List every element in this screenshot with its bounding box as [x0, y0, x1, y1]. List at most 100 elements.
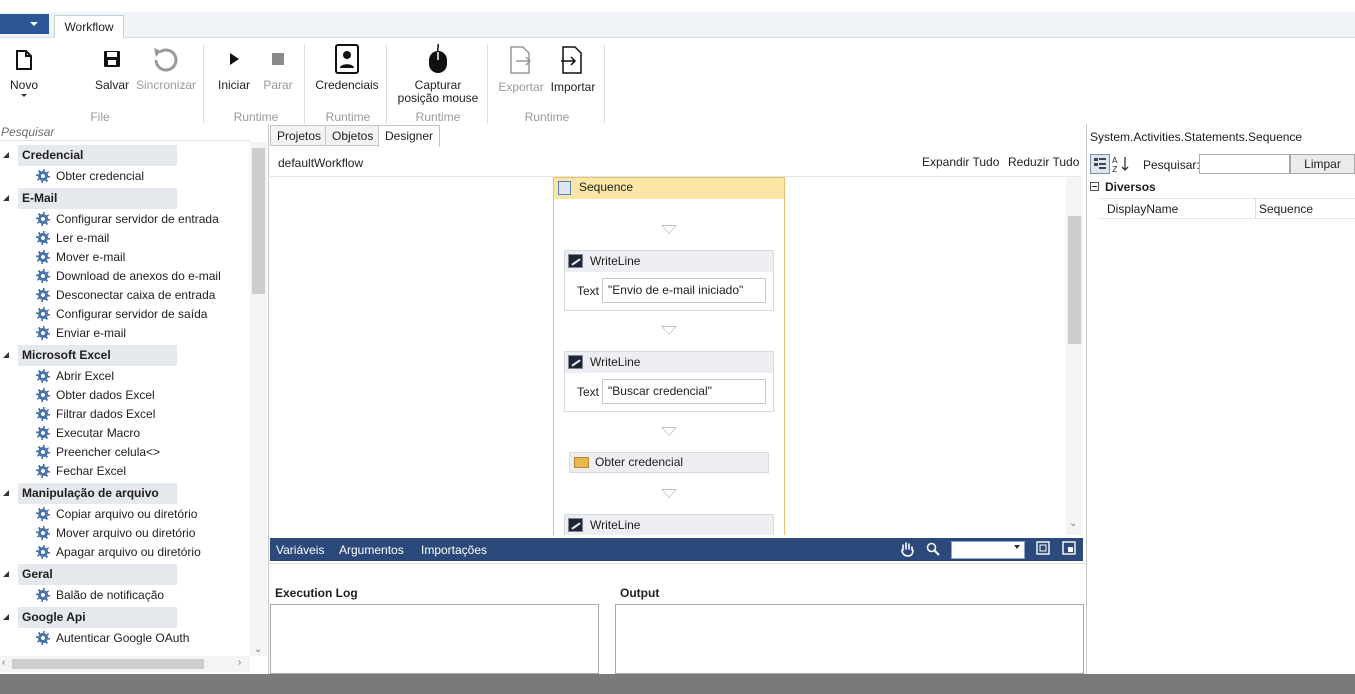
text-field-input[interactable]: "Envio de e-mail iniciado" — [602, 278, 766, 303]
properties-search-label: Pesquisar: — [1143, 158, 1200, 172]
toolbox-item[interactable]: Fechar Excel — [36, 462, 126, 481]
sequence-header[interactable]: Sequence — [554, 178, 784, 199]
toolbox-item[interactable]: Preencher celula<> — [36, 443, 160, 462]
stop-icon — [272, 53, 284, 65]
toolbox-category[interactable]: Geral — [18, 564, 177, 585]
hand-pan-icon[interactable] — [900, 541, 914, 560]
toolbox-item[interactable]: Configurar servidor de entrada — [36, 210, 219, 229]
gear-icon — [36, 631, 50, 645]
variables-tab[interactable]: Variáveis — [276, 543, 324, 557]
expand-arrow-icon[interactable] — [3, 614, 9, 620]
toolbox-item[interactable]: Obter dados Excel — [36, 386, 155, 405]
toolbox-item[interactable]: Download de anexos do e-mail — [36, 267, 221, 286]
toolbox-item[interactable]: Mover arquivo ou diretório — [36, 524, 195, 543]
app-menu-button[interactable] — [0, 14, 49, 34]
toolbox-item[interactable]: Mover e-mail — [36, 248, 125, 267]
tab-objetos[interactable]: Objetos — [325, 125, 381, 146]
scroll-right-icon[interactable]: › — [238, 657, 241, 668]
toolbox-category[interactable]: Credencial — [18, 145, 177, 166]
execution-log-textarea[interactable] — [270, 604, 599, 674]
text-field-input[interactable]: "Buscar credencial" — [602, 379, 766, 404]
scroll-down-icon[interactable]: ⌄ — [1069, 518, 1077, 529]
tab-projetos[interactable]: Projetos — [270, 125, 329, 146]
sort-alphabetical-icon[interactable]: AZ — [1112, 155, 1130, 173]
toolbox-item[interactable]: Copiar arquivo ou diretório — [36, 505, 197, 524]
writeline-icon — [568, 254, 583, 268]
zoom-icon[interactable] — [926, 542, 940, 559]
drop-arrow-icon — [661, 225, 677, 234]
tab-designer[interactable]: Designer — [378, 125, 441, 147]
parar-button[interactable]: Parar — [260, 52, 296, 92]
toolbox-item[interactable]: Configurar servidor de saída — [36, 305, 207, 324]
group-label-runtime: Runtime — [325, 110, 371, 124]
breadcrumb[interactable]: defaultWorkflow — [278, 156, 363, 170]
credentials-icon — [335, 44, 359, 74]
collapse-all-link[interactable]: Reduzir Tudo — [1008, 155, 1079, 169]
sequence-icon — [558, 181, 571, 195]
expand-arrow-icon[interactable] — [3, 490, 9, 496]
toolbox-search-input[interactable]: Pesquisar — [0, 125, 250, 141]
gear-icon — [36, 231, 50, 245]
toolbox-hscroll-thumb[interactable] — [12, 659, 204, 669]
gear-icon — [36, 288, 50, 302]
imports-tab[interactable]: Importações — [421, 543, 487, 557]
toolbox-item-label: Filtrar dados Excel — [56, 407, 156, 421]
activity-title: Obter credencial — [595, 455, 684, 469]
scroll-down-icon[interactable]: ⌄ — [254, 644, 262, 655]
output-label: Output — [620, 586, 660, 600]
toolbox-item[interactable]: Desconectar caixa de entrada — [36, 286, 215, 305]
property-value[interactable]: Sequence — [1259, 202, 1313, 216]
tab-workflow[interactable]: Workflow — [54, 15, 124, 39]
expand-all-link[interactable]: Expandir Tudo — [922, 155, 999, 169]
iniciar-button[interactable]: Iniciar — [216, 52, 252, 92]
toolbox-category[interactable]: E-Mail — [18, 188, 177, 209]
writeline-icon — [568, 518, 583, 532]
expand-arrow-icon[interactable] — [3, 571, 9, 577]
toolbox-item[interactable]: Enviar e-mail — [36, 324, 126, 343]
importar-button[interactable]: Importar — [547, 46, 599, 94]
clear-button[interactable]: Limpar — [1290, 154, 1355, 174]
expand-arrow-icon[interactable] — [3, 152, 9, 158]
expand-arrow-icon[interactable] — [3, 195, 9, 201]
toolbox-category[interactable]: Google Api — [18, 607, 177, 628]
toolbox-category[interactable]: Manipulação de arquivo — [18, 483, 177, 504]
obter-credencial-activity[interactable]: Obter credencial — [569, 452, 769, 473]
overview-map-icon[interactable] — [1062, 541, 1076, 558]
toolbox-item[interactable]: Abrir Excel — [36, 367, 114, 386]
toolbox-item[interactable]: Balão de notificação — [36, 586, 164, 605]
chevron-down-icon — [21, 94, 27, 97]
credenciais-button[interactable]: Credenciais — [314, 44, 380, 92]
drop-arrow-icon — [661, 427, 677, 436]
toolbox-item[interactable]: Autenticar Google OAuth — [36, 629, 189, 648]
scroll-left-icon[interactable]: ‹ — [2, 657, 5, 668]
expand-arrow-icon[interactable] — [3, 352, 9, 358]
chevron-down-icon — [30, 22, 38, 26]
toolbox-item[interactable]: Ler e-mail — [36, 229, 109, 248]
properties-search-input[interactable] — [1199, 154, 1290, 174]
writeline-activity[interactable]: WriteLine Text "Buscar credencial" — [564, 351, 774, 412]
toolbox-item[interactable]: Obter credencial — [36, 167, 144, 186]
drop-arrow-icon — [661, 489, 677, 498]
toolbox-item[interactable]: Apagar arquivo ou diretório — [36, 543, 201, 562]
novo-button[interactable]: Novo — [6, 50, 42, 97]
salvar-button[interactable]: Salvar — [94, 50, 130, 92]
toolbox-category[interactable]: Microsoft Excel — [18, 345, 177, 366]
arguments-tab[interactable]: Argumentos — [339, 543, 404, 557]
canvas-scroll-thumb[interactable] — [1068, 216, 1081, 344]
writeline-activity[interactable]: WriteLine Text "Envio de e-mail iniciado… — [564, 250, 774, 311]
writeline-activity[interactable]: WriteLine — [564, 514, 774, 535]
toolbox-item-label: Desconectar caixa de entrada — [56, 288, 216, 302]
toolbox-item[interactable]: Executar Macro — [36, 424, 140, 443]
exportar-button[interactable]: Exportar — [497, 46, 545, 94]
new-document-icon — [16, 50, 32, 70]
activity-title: WriteLine — [590, 355, 641, 369]
zoom-select[interactable] — [951, 541, 1025, 559]
capturar-mouse-button[interactable]: Capturar posição mouse — [394, 44, 482, 105]
toolbox-item[interactable]: Filtrar dados Excel — [36, 405, 155, 424]
sincronizar-button[interactable]: Sincronizar — [136, 46, 196, 92]
categorized-view-icon[interactable] — [1090, 154, 1110, 174]
fit-to-screen-icon[interactable] — [1036, 541, 1050, 558]
output-textarea[interactable] — [615, 604, 1084, 674]
title-strip — [0, 0, 1355, 12]
toolbox-scroll-thumb[interactable] — [252, 148, 265, 294]
